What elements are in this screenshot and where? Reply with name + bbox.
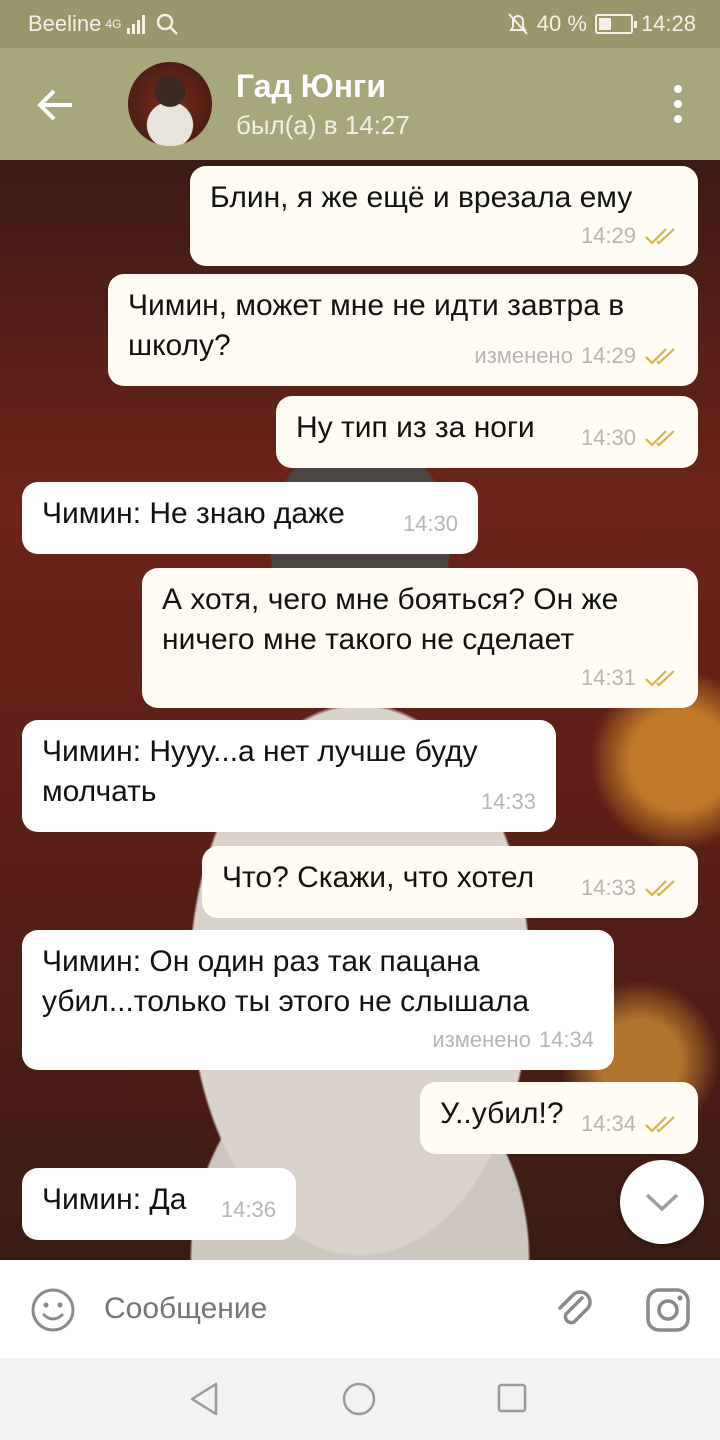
outgoing-message[interactable]: Что? Скажи, что хотел 14:33 (202, 846, 698, 918)
incoming-message[interactable]: Чимин: Не знаю даже 14:30 (22, 482, 478, 554)
message-meta: 14:33 (481, 782, 536, 822)
battery-icon (594, 14, 637, 34)
double-check-icon (645, 1116, 675, 1133)
double-check-icon (645, 670, 675, 687)
paperclip-icon[interactable] (552, 1286, 598, 1332)
message-time: 14:34 (580, 1111, 636, 1136)
nav-recent-apps-icon[interactable] (496, 1382, 528, 1414)
instagram-camera-icon[interactable] (644, 1286, 692, 1334)
double-check-icon (645, 348, 675, 365)
battery-fill (598, 18, 611, 30)
message-time: 14:29 (580, 223, 636, 248)
message-time: 14:36 (220, 1197, 276, 1222)
double-check-icon (645, 228, 675, 245)
message-text: Чимин: Не знаю даже (42, 497, 345, 530)
arrow-left-icon[interactable] (30, 80, 80, 130)
message-meta: 14:31 (581, 658, 678, 698)
edited-label: изменено (474, 343, 573, 368)
message-time: 14:33 (580, 875, 636, 900)
message-meta: 14:29 (581, 216, 678, 256)
clock: 14:28 (640, 11, 696, 36)
bell-off-icon (508, 13, 528, 35)
message-meta: 14:30 (403, 504, 458, 544)
message-time: 14:30 (402, 511, 458, 536)
message-meta: изменено 14:34 (432, 1020, 594, 1060)
scroll-down-button[interactable] (620, 1160, 704, 1244)
message-text: Чимин: Нууу...а нет лучше буду молчать (42, 735, 478, 808)
incoming-message[interactable]: Чимин: Да 14:36 (22, 1168, 296, 1240)
carrier-label: Beeline (28, 11, 102, 36)
contact-status: был(а) в 14:27 (236, 110, 410, 140)
double-check-icon (645, 880, 675, 897)
message-text: Чимин: Он один раз так пацана убил...тол… (42, 945, 530, 1018)
message-meta: 14:33 (581, 868, 678, 908)
double-check-icon (645, 430, 675, 447)
message-input[interactable] (104, 1284, 524, 1334)
message-time: 14:34 (538, 1027, 594, 1052)
message-time: 14:30 (580, 425, 636, 450)
message-meta: 14:34 (581, 1104, 678, 1144)
outgoing-message[interactable]: Ну тип из за ноги 14:30 (276, 396, 698, 468)
search-icon (157, 13, 179, 35)
message-meta: 14:30 (581, 418, 678, 458)
outgoing-message[interactable]: А хотя, чего мне бояться? Он же ничего м… (142, 568, 698, 708)
smile-icon[interactable] (30, 1287, 76, 1333)
battery-percent: 40 % (536, 11, 587, 36)
incoming-message[interactable]: Чимин: Он один раз так пацана убил...тол… (22, 930, 614, 1070)
message-time: 14:31 (580, 665, 636, 690)
edited-label: изменено (432, 1027, 531, 1052)
message-text: Блин, я же ещё и врезала ему (210, 181, 633, 214)
system-nav-bar (0, 1358, 720, 1440)
message-time: 14:29 (580, 343, 636, 368)
nav-home-icon[interactable] (340, 1380, 378, 1418)
outgoing-message[interactable]: У..убил!? 14:34 (420, 1082, 698, 1154)
signal-icon (127, 14, 146, 34)
chat-header: Гад Юнги был(а) в 14:27 (0, 48, 720, 160)
message-text: А хотя, чего мне бояться? Он же ничего м… (162, 583, 619, 656)
status-bar: Beeline 4G 40 % 14:28 (0, 0, 720, 48)
message-meta: 14:36 (221, 1190, 276, 1230)
contact-name[interactable]: Гад Юнги (236, 68, 386, 105)
outgoing-message[interactable]: Блин, я же ещё и врезала ему 14:29 (190, 166, 698, 266)
message-input-bar (0, 1260, 720, 1358)
more-vertical-icon[interactable] (672, 84, 684, 124)
message-list[interactable]: Блин, я же ещё и врезала ему 14:29 Чимин, … (0, 160, 720, 1260)
message-meta: изменено 14:29 (474, 336, 678, 376)
network-label: 4G (105, 17, 122, 31)
chevron-down-icon (645, 1193, 679, 1212)
nav-back-icon[interactable] (186, 1380, 224, 1418)
outgoing-message[interactable]: Чимин, может мне не идти завтра в школу?… (108, 274, 698, 386)
incoming-message[interactable]: Чимин: Нууу...а нет лучше буду молчать 14… (22, 720, 556, 832)
message-time: 14:33 (480, 789, 536, 814)
avatar[interactable] (128, 62, 212, 146)
